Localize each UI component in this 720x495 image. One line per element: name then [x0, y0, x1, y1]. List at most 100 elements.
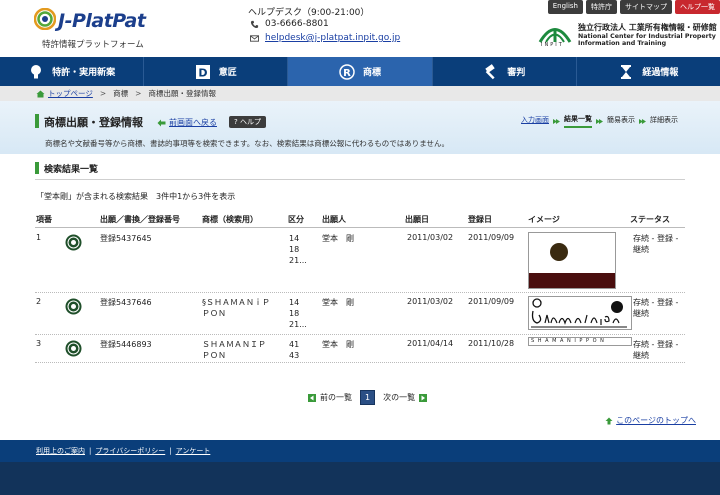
circle-bar-mark-icon — [529, 243, 615, 288]
nav-progress-label: 経過情報 — [642, 68, 679, 78]
help-button[interactable]: ? ヘルプ — [229, 116, 266, 128]
trademark-image[interactable] — [528, 232, 616, 289]
home-icon — [36, 90, 45, 97]
nav-patent-label: 特許・実用新案 — [52, 68, 116, 78]
filed-date: 2011/04/14 — [407, 339, 454, 348]
nav-design-label: 意匠 — [218, 68, 237, 78]
inpit-mark-icon — [538, 28, 572, 43]
trademark-image[interactable]: S H A M A N I P P O N — [528, 337, 632, 346]
col-registered: 登録日 — [468, 215, 492, 224]
registered-date: 2011/09/09 — [468, 233, 515, 242]
step-results: 結果一覧 — [564, 114, 592, 128]
gavel-icon — [485, 63, 495, 79]
nav-trademark[interactable]: R 商標 — [288, 57, 433, 86]
back-link-text[interactable]: 前画面へ戻る — [169, 117, 217, 128]
hourglass-icon — [621, 64, 632, 79]
reg-number-link[interactable]: 登録5437645 — [100, 233, 152, 244]
helpdesk-email: helpdesk@j-platpat.inpit.go.jp — [250, 33, 400, 43]
reg-number-link[interactable]: 登録5446893 — [100, 339, 152, 350]
back-link[interactable]: 前画面へ戻る — [157, 117, 217, 128]
page-description: 商標名や文献番号等から商標、書誌的事項等を検索できます。なお、検索結果は商標公報… — [45, 139, 450, 148]
inpit-logo[interactable]: INPIT 独立行政法人 工業所有権情報・研修館 National Center… — [536, 20, 720, 50]
reg-number-link[interactable]: 登録5437646 — [100, 297, 152, 308]
top-link-help[interactable]: ヘルプ一覧 — [675, 0, 720, 14]
mark-text-line2: ＰＯＮ — [202, 351, 226, 360]
table-row: 1 登録5437645 14 18 21... 堂本 剛 2011/03/02 … — [35, 229, 685, 293]
page-title: 商標出願・登録情報 — [44, 116, 143, 129]
arrow-left-icon — [157, 119, 166, 126]
nav-progress[interactable]: 経過情報 — [577, 57, 720, 86]
step-detail: 詳細表示 — [650, 116, 678, 124]
next-page[interactable]: 次の一覧 — [383, 392, 415, 403]
results-section-header: 検索結果一覧 — [35, 160, 685, 180]
current-page: 1 — [360, 390, 376, 405]
results-summary: 「堂本剛」が含まれる検索結果 3件中1から3件を表示 — [36, 192, 236, 201]
registered-date: 2011/09/09 — [468, 297, 515, 306]
status-line1: 存続 - 登録 - — [633, 298, 679, 307]
top-link-sitemap[interactable]: サイトマップ — [620, 0, 672, 14]
nav-trademark-label: 商標 — [363, 68, 382, 78]
logo-mark-icon — [34, 8, 56, 30]
top-link-english[interactable]: English — [547, 0, 583, 14]
section-accent-bar — [35, 162, 39, 174]
class-item: 18 — [289, 245, 300, 254]
breadcrumb-home[interactable]: トップページ — [48, 88, 93, 99]
row-number: 3 — [36, 339, 42, 348]
help-question-icon: ? — [234, 118, 238, 126]
mark-text-line1: ＳＨＡＭＡＮＩＰ — [202, 340, 266, 349]
main-nav: 特許・実用新案 D 意匠 R 商標 審判 経過情報 — [0, 57, 720, 86]
top-link-jpo[interactable]: 特許庁 — [586, 0, 617, 14]
design-icon: D — [195, 64, 210, 79]
org-name-en: National Center for Industrial Property … — [578, 33, 716, 47]
status: 存続 - 登録 - 継続 — [633, 339, 678, 361]
breadcrumb-separator-icon: > — [135, 89, 142, 98]
footer-link-privacy[interactable]: プライバシーポリシー — [95, 446, 165, 456]
trademark-image[interactable] — [528, 296, 632, 330]
col-mark: 商標（検索用） — [202, 215, 258, 224]
results-table-header: 項番 出願／書換／登録番号 商標（検索用） 区分 出願人 出願日 登録日 イメー… — [35, 213, 685, 228]
class-list: 14 18 21... — [289, 233, 307, 266]
breadcrumb-current: 商標出願・登録情報 — [148, 89, 216, 98]
table-row: 3 登録5446893 ＳＨＡＭＡＮＩＰ ＰＯＮ 41 43 堂本 剛 2011… — [35, 335, 685, 363]
email-link[interactable]: helpdesk@j-platpat.inpit.go.jp — [265, 33, 400, 43]
step-input[interactable]: 入力画面 — [521, 115, 549, 127]
mark-text-line1: §ＳＨＡＭＡＮｉＰ — [202, 298, 270, 307]
logo-text: J-PlatPat — [58, 10, 146, 32]
breadcrumb-trademark[interactable]: 商標 — [113, 88, 128, 99]
footer: 利用上のご案内 | プライバシーポリシー | アンケート — [0, 440, 720, 462]
class-item: 14 — [289, 234, 300, 243]
org-name-en-line2: Information and Training — [578, 40, 667, 47]
footer-link-survey[interactable]: アンケート — [176, 446, 211, 456]
footer-separator: | — [169, 447, 172, 455]
nav-appeal[interactable]: 審判 — [433, 57, 577, 86]
next-arrow-icon[interactable] — [419, 393, 428, 402]
class-item: 41 — [289, 340, 300, 349]
back-to-top[interactable]: このページのトップへ — [605, 415, 696, 426]
breadcrumb: トップページ > 商標 > 商標出願・登録情報 — [0, 86, 720, 101]
helpdesk-phone: 03-6666-8801 — [250, 19, 329, 29]
nav-patent[interactable]: 特許・実用新案 — [0, 57, 145, 86]
row-number: 1 — [36, 233, 42, 242]
footer-separator: | — [89, 447, 92, 455]
class-item: 21... — [289, 320, 307, 329]
col-status: ステータス — [630, 215, 670, 224]
medal-icon — [65, 234, 82, 251]
trademark-image-text: S H A M A N I P P O N — [531, 338, 605, 344]
back-to-top-link[interactable]: このページのトップへ — [616, 415, 696, 426]
mail-icon — [250, 34, 259, 42]
pagination: 前の一覧 1 次の一覧 — [304, 390, 431, 405]
org-name-jp: 独立行政法人 工業所有権情報・研修館 — [578, 23, 717, 32]
mark-text: ＳＨＡＭＡＮＩＰ ＰＯＮ — [202, 339, 266, 361]
col-number: 項番 — [36, 215, 52, 224]
nav-design[interactable]: D 意匠 — [144, 57, 289, 86]
phone-icon — [250, 20, 259, 28]
footer-link-guide[interactable]: 利用上のご案内 — [36, 446, 85, 456]
inpit-label: INPIT — [541, 42, 564, 48]
registered-date: 2011/10/28 — [468, 339, 515, 348]
org-name-en-line1: National Center for Industrial Property — [578, 33, 716, 40]
prev-page[interactable]: 前の一覧 — [320, 392, 352, 403]
col-class: 区分 — [288, 215, 304, 224]
medal-icon — [65, 340, 82, 357]
help-label: ヘルプ — [239, 118, 261, 126]
prev-arrow-icon[interactable] — [308, 393, 316, 402]
